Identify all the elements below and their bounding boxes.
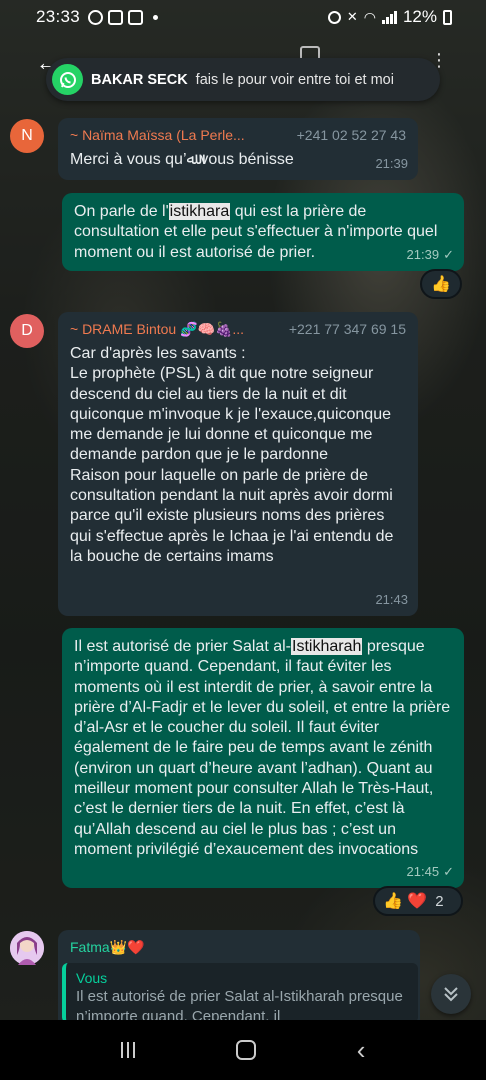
recents-icon[interactable] <box>120 1042 135 1058</box>
message-time: 21:43 <box>375 591 408 607</box>
more-notifications-dot-icon <box>153 14 159 20</box>
signal-icon <box>381 10 397 24</box>
home-icon[interactable] <box>235 1040 256 1060</box>
message-reaction[interactable]: 👍 <box>420 269 462 299</box>
search-highlight: istikhara <box>168 203 231 220</box>
message-sender-row: ~ DRAME Bintou 🧬🧠🍇... +221 77 347 69 15 <box>70 320 406 338</box>
thumbs-up-heart-icons: 👍 ❤️ <box>383 893 428 910</box>
message-sender-name[interactable]: ~ DRAME Bintou 🧬🧠🍇... <box>70 320 244 338</box>
nav-back-icon[interactable]: ‹ <box>357 1037 366 1063</box>
app-status-icon <box>108 9 124 25</box>
scroll-to-bottom-button[interactable] <box>431 974 471 1014</box>
message-sender-row: Fatma👑❤️ <box>70 938 408 956</box>
alarm-icon <box>327 10 341 24</box>
message-meta: 21:39 ✓ <box>407 245 454 265</box>
status-system-icons: ✕ ◠ 12% <box>327 7 452 27</box>
message-time: 21:39 <box>406 246 440 262</box>
message-time: 21:45 <box>406 863 440 879</box>
message-time: 21:39 <box>375 155 408 171</box>
message-meta: 21:39 <box>375 154 408 174</box>
message-meta: 21:43 <box>375 590 408 610</box>
message-sender-name[interactable]: ~ Naïma Maïssa (La Perle... <box>70 126 245 144</box>
status-notification-icons <box>88 9 144 25</box>
avatar[interactable] <box>10 931 44 965</box>
outgoing-message-bubble[interactable]: On parle de l'istikhara qui est la prièr… <box>62 193 464 271</box>
message-text: On parle de l'istikhara qui est la prièr… <box>74 202 452 263</box>
avatar[interactable]: D <box>10 314 44 348</box>
message-sender-phone: +241 02 52 27 43 <box>296 127 406 143</box>
notification-text: fais le pour voir entre toi et moi <box>195 71 394 88</box>
mute-icon: ✕ <box>346 9 358 24</box>
battery-percent: 12% <box>402 7 437 26</box>
message-text-part: On parle de l' <box>74 203 169 220</box>
incoming-message-bubble[interactable]: ~ DRAME Bintou 🧬🧠🍇... +221 77 347 69 15 … <box>58 312 418 616</box>
system-navigation-bar: ‹ <box>0 1020 486 1080</box>
quoted-reply[interactable]: Vous Il est autorisé de prier Salat al-I… <box>62 963 418 1023</box>
quote-author: Vous <box>76 970 108 986</box>
wifi-icon: ◠ <box>363 8 376 25</box>
message-text-part: Il est autorisé de prier Salat al- <box>74 638 291 655</box>
incoming-message-bubble[interactable]: ~ Naïma Maïssa (La Perle... +241 02 52 2… <box>58 118 418 180</box>
message-text: Car d'après les savants : Le prophète (P… <box>70 345 394 565</box>
check-icon: ✓ <box>443 246 454 262</box>
avatar-letter: D <box>21 322 33 339</box>
message-text: Il est autorisé de prier Salat al-Istikh… <box>74 637 452 860</box>
in-app-notification[interactable]: BAKAR SECK fais le pour voir entre toi e… <box>46 58 440 101</box>
check-icon: ✓ <box>443 863 454 879</box>
message-meta: 21:45 ✓ <box>407 862 454 882</box>
reaction-count: 2 <box>435 892 444 910</box>
status-time: 23:33 <box>36 7 81 26</box>
battery-icon <box>443 9 452 25</box>
quote-text: Il est autorisé de prier Salat al-Istikh… <box>76 988 403 1023</box>
avatar-image <box>10 931 44 965</box>
message-sender-row: ~ Naïma Maïssa (La Perle... +241 02 52 2… <box>70 126 406 144</box>
gallery-status-icon <box>128 9 144 25</box>
message-sender-name[interactable]: Fatma👑❤️ <box>70 938 145 956</box>
avatar[interactable]: N <box>10 119 44 153</box>
avatar-letter: N <box>21 127 33 144</box>
notification-sender: BAKAR SECK <box>91 71 188 88</box>
message-sender-phone: +221 77 347 69 15 <box>288 321 406 337</box>
whatsapp-icon <box>52 64 83 95</box>
search-highlight: Istikharah <box>291 638 363 655</box>
whatsapp-status-icon <box>88 9 104 25</box>
status-bar: 23:33 ✕ ◠ 12% <box>0 0 486 34</box>
message-text-part: presque n’importe quand. Cependant, il f… <box>74 638 451 858</box>
message-text: Merci à vous qu’ﷲ vous bénisse <box>70 151 294 168</box>
thumbs-up-icon: 👍 <box>431 276 451 293</box>
double-chevron-down-icon <box>444 987 458 1002</box>
outgoing-message-bubble[interactable]: Il est autorisé de prier Salat al-Istikh… <box>62 628 464 888</box>
message-reaction[interactable]: 👍 ❤️ 2 <box>373 886 463 916</box>
